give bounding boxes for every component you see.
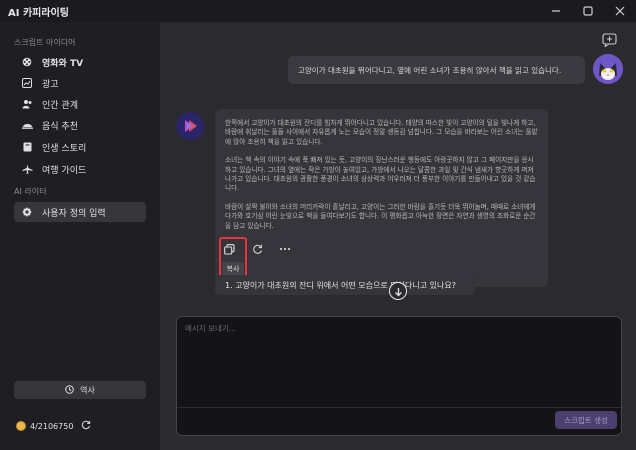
sidebar-item-travel[interactable]: 여행 가이드 bbox=[14, 159, 146, 179]
sidebar-item-movies-tv[interactable]: 영화와 TV bbox=[14, 52, 146, 72]
sidebar-item-custom-input[interactable]: 사용자 정의 입력 bbox=[14, 202, 146, 222]
sidebar-item-life-story[interactable]: 인생 스토리 bbox=[14, 137, 146, 157]
user-avatar bbox=[593, 54, 623, 84]
ai-avatar bbox=[176, 112, 204, 140]
film-reel-icon bbox=[20, 57, 34, 67]
app-title: AI 카피라이팅 bbox=[8, 7, 69, 19]
scroll-down-button[interactable] bbox=[389, 282, 407, 300]
sidebar: 스크립트 아이디어 영화와 TV 광고 인간 관계 음식 추천 인생 스토리 여… bbox=[0, 22, 160, 450]
new-chat-icon[interactable] bbox=[602, 32, 618, 48]
sidebar-item-relationships[interactable]: 인간 관계 bbox=[14, 94, 146, 114]
dish-icon bbox=[20, 120, 34, 130]
history-label: 역사 bbox=[80, 385, 95, 395]
arrow-down-icon bbox=[394, 282, 403, 301]
refresh-icon[interactable] bbox=[81, 420, 91, 432]
coin-icon bbox=[16, 421, 26, 431]
more-options-icon[interactable] bbox=[278, 242, 292, 256]
sidebar-item-label: 인간 관계 bbox=[42, 100, 78, 111]
credits-indicator: 4/2106750 bbox=[16, 420, 91, 432]
sidebar-item-label: 영화와 TV bbox=[42, 58, 84, 69]
maximize-icon[interactable] bbox=[572, 0, 604, 22]
section-label-script-ideas: 스크립트 아이디어 bbox=[14, 38, 76, 47]
people-icon bbox=[20, 99, 34, 109]
message-input-box: 스크립트 생성 bbox=[176, 316, 622, 436]
minimize-icon[interactable] bbox=[540, 0, 572, 22]
sidebar-item-label: 여행 가이드 bbox=[42, 165, 87, 176]
sidebar-item-label: 사용자 정의 입력 bbox=[42, 208, 106, 219]
sidebar-item-label: 광고 bbox=[42, 79, 59, 90]
section-label-ai-writer: AI 라이터 bbox=[14, 187, 47, 196]
close-icon[interactable] bbox=[604, 0, 636, 22]
generate-script-button[interactable]: 스크립트 생성 bbox=[555, 411, 617, 429]
airplane-icon bbox=[20, 164, 34, 174]
history-button[interactable]: 역사 bbox=[14, 381, 146, 399]
sidebar-item-label: 인생 스토리 bbox=[42, 143, 87, 154]
sidebar-item-label: 음식 추천 bbox=[42, 121, 78, 132]
clock-icon bbox=[65, 384, 74, 396]
gear-icon bbox=[20, 207, 34, 217]
sidebar-item-food[interactable]: 음식 추천 bbox=[14, 115, 146, 135]
sidebar-item-advertising[interactable]: 광고 bbox=[14, 73, 146, 93]
chat-area: 고양이가 대초원을 뛰어다니고, 옆에 어린 소녀가 조용히 앉아서 책을 읽고… bbox=[160, 22, 636, 450]
input-divider bbox=[177, 407, 621, 408]
chart-icon bbox=[20, 78, 34, 88]
window-controls bbox=[540, 0, 636, 22]
suggested-question[interactable]: 1. 고양이가 대초원의 잔디 위에서 어떤 모습으로 뛰어다니고 있나요? bbox=[215, 275, 475, 295]
message-input[interactable] bbox=[177, 317, 621, 401]
ai-paragraph: 바람이 살짝 불어와 소녀의 머리카락이 흩날리고, 고양이는 그러한 바람을 … bbox=[225, 202, 536, 230]
user-message: 고양이가 대초원을 뛰어다니고, 옆에 어린 소녀가 조용히 앉아서 책을 읽고… bbox=[288, 56, 585, 84]
regenerate-icon[interactable] bbox=[250, 242, 264, 256]
book-icon bbox=[20, 142, 34, 152]
credits-value: 4/2106750 bbox=[30, 421, 74, 431]
ai-paragraph: 한쪽에서 고양이가 대초원의 잔디를 힘차게 뛰어다니고 있습니다. 태양의 따… bbox=[225, 119, 538, 146]
ai-response: 한쪽에서 고양이가 대초원의 잔디를 힘차게 뛰어다니고 있습니다. 태양의 따… bbox=[215, 109, 548, 287]
title-bar: AI 카피라이팅 bbox=[0, 0, 636, 22]
ai-paragraph: 소녀는 책 속의 이야기 속에 푹 빠져 있는 듯, 고양이의 장난스러운 행동… bbox=[225, 156, 536, 193]
